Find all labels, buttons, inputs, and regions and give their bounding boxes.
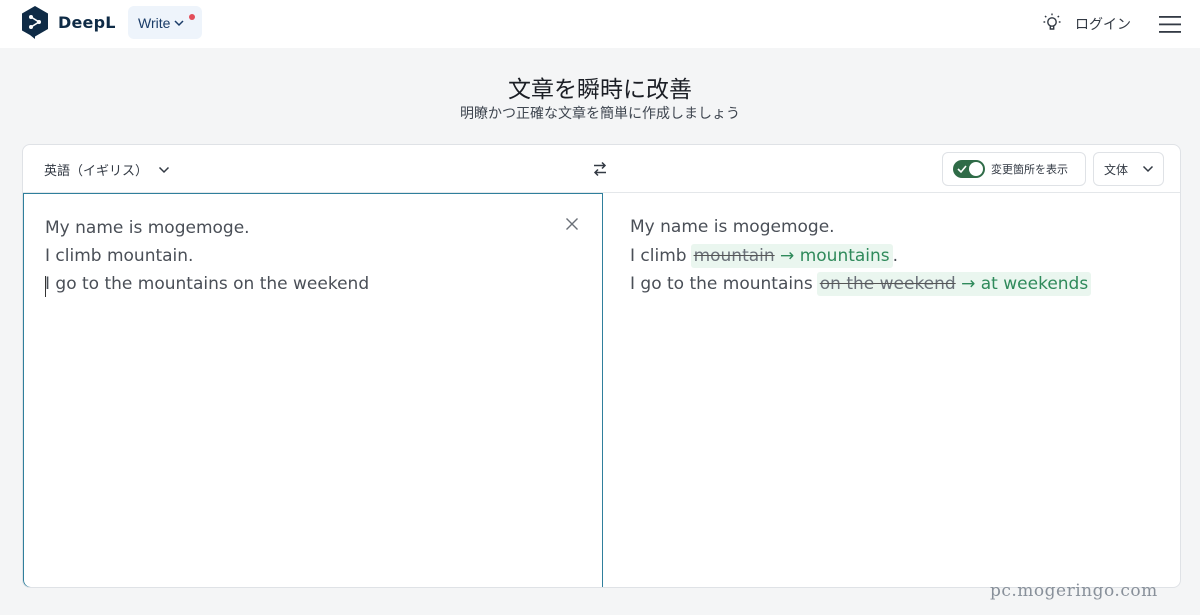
change-arrow: → xyxy=(955,274,981,294)
removed-text: mountain xyxy=(693,246,775,266)
show-changes-toggle[interactable]: 変更箇所を表示 xyxy=(942,152,1086,186)
suggested-change[interactable]: on the weekend → at weekends xyxy=(816,272,1092,296)
output-line: My name is mogemoge. xyxy=(630,217,835,237)
toggle-knob xyxy=(969,162,983,176)
suggested-change[interactable]: mountain → mountains xyxy=(690,244,893,268)
text-cursor xyxy=(45,276,46,297)
deepl-logo-link[interactable]: DeepL xyxy=(20,5,116,39)
removed-text: on the weekend xyxy=(819,274,956,294)
brand-name: DeepL xyxy=(58,12,116,32)
input-line: I climb mountain. xyxy=(45,246,194,266)
output-text: I climb xyxy=(630,246,687,266)
site-watermark: pc.mogeringo.com xyxy=(990,581,1158,601)
input-line: I go to the mountains on the weekend xyxy=(45,274,370,294)
login-link[interactable]: ログイン xyxy=(1075,14,1131,34)
notification-dot xyxy=(189,14,195,20)
deepl-logo-icon xyxy=(22,6,48,39)
improved-text-output: My name is mogemoge. I climb mountain → … xyxy=(603,193,1180,587)
editor-toolbar: 英語（イギリス） 変更箇所を表示 文体 xyxy=(23,145,1180,193)
change-arrow: → xyxy=(774,246,800,266)
top-navigation-bar: DeepL Write ログイン xyxy=(0,0,1200,48)
chevron-down-icon xyxy=(174,19,184,26)
output-text: I go to the mountains xyxy=(630,274,813,294)
language-selector[interactable]: 英語（イギリス） xyxy=(44,160,170,179)
close-icon[interactable] xyxy=(565,217,579,231)
chevron-down-icon xyxy=(1142,165,1154,173)
page-title: 文章を瞬時に改善 xyxy=(508,77,692,103)
language-label: 英語（イギリス） xyxy=(44,164,149,179)
toggle-switch[interactable] xyxy=(953,160,985,178)
check-icon xyxy=(957,165,967,174)
writing-style-selector[interactable]: 文体 xyxy=(1093,152,1164,186)
input-line: My name is mogemoge. xyxy=(45,218,250,238)
write-menu-button[interactable]: Write xyxy=(128,6,202,39)
swap-arrows-icon[interactable] xyxy=(593,161,607,177)
output-text: . xyxy=(892,246,899,266)
output-text: My name is mogemoge. xyxy=(630,217,835,237)
inserted-text: at weekends xyxy=(980,274,1089,294)
source-text-input[interactable]: My name is mogemoge. I climb mountain. I… xyxy=(23,193,603,587)
chevron-down-icon xyxy=(158,166,170,173)
hamburger-menu-icon[interactable] xyxy=(1159,16,1181,33)
lightbulb-icon[interactable] xyxy=(1042,12,1062,32)
writing-style-label: 文体 xyxy=(1104,162,1129,177)
write-menu-label: Write xyxy=(138,14,171,31)
page-subtitle: 明瞭かつ正確な文章を簡単に作成しましょう xyxy=(460,106,740,122)
inserted-text: mountains xyxy=(799,246,890,266)
output-line: I go to the mountains on the weekend → a… xyxy=(630,272,1092,296)
show-changes-label: 変更箇所を表示 xyxy=(991,163,1068,176)
output-line: I climb mountain → mountains . xyxy=(630,244,898,268)
write-editor-card: 英語（イギリス） 変更箇所を表示 文体 My name is mogemoge.… xyxy=(22,144,1181,588)
